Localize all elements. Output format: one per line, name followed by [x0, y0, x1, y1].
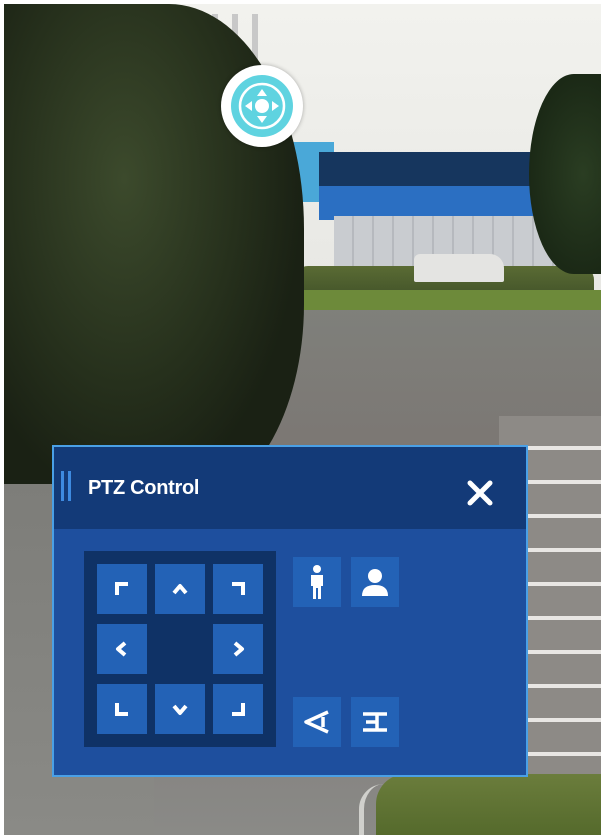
arrow-left-icon	[116, 641, 127, 657]
building-facade	[319, 186, 534, 220]
focal-length-button[interactable]	[351, 697, 399, 747]
pan-up-right-button[interactable]	[213, 564, 263, 614]
field-of-view-icon	[304, 710, 329, 734]
person-upper-body-icon	[362, 569, 388, 596]
arrow-up-icon	[172, 584, 188, 595]
pan-down-left-button[interactable]	[97, 684, 147, 734]
arrow-up-left-icon	[115, 582, 128, 595]
ptz-floating-button[interactable]	[221, 65, 303, 147]
close-icon	[467, 480, 493, 506]
arrow-down-right-icon	[232, 703, 245, 716]
panel-header: PTZ Control	[54, 447, 526, 529]
arrow-right-icon	[233, 641, 244, 657]
upper-body-preset-button[interactable]	[351, 557, 399, 607]
pan-down-right-button[interactable]	[213, 684, 263, 734]
panel-title: PTZ Control	[88, 477, 200, 499]
pan-right-button[interactable]	[213, 624, 263, 674]
tilt-down-button[interactable]	[155, 684, 205, 734]
focal-length-icon	[363, 712, 387, 732]
parked-van	[414, 254, 504, 282]
full-body-preset-button[interactable]	[293, 557, 341, 607]
pan-left-button[interactable]	[97, 624, 147, 674]
lawn	[266, 290, 601, 310]
ptz-control-panel: PTZ Control	[52, 445, 528, 777]
lawn	[376, 774, 601, 835]
pan-up-left-button[interactable]	[97, 564, 147, 614]
field-of-view-button[interactable]	[293, 697, 341, 747]
ptz-move-icon	[231, 75, 293, 137]
arrow-up-right-icon	[232, 582, 245, 595]
arrow-down-icon	[172, 704, 188, 715]
building-roof	[319, 152, 534, 190]
close-button[interactable]	[464, 477, 496, 509]
drag-handle[interactable]	[61, 471, 71, 501]
person-full-body-icon	[311, 565, 323, 599]
tilt-up-button[interactable]	[155, 564, 205, 614]
arrow-down-left-icon	[115, 703, 128, 716]
